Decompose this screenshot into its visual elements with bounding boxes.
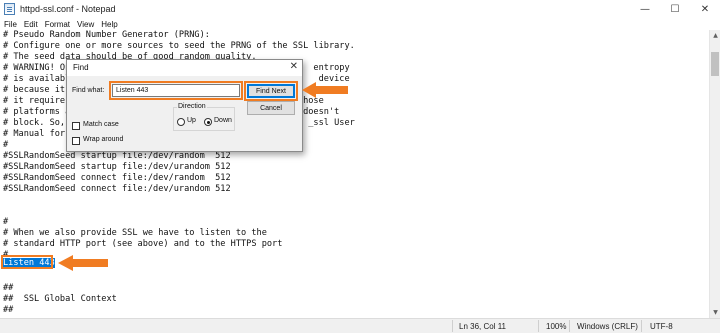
find-next-button[interactable]: Find Next xyxy=(247,84,295,98)
cursor-position: Ln 36, Col 11 xyxy=(459,322,506,331)
editor-line: ## xyxy=(3,305,14,315)
editor-line: # standard HTTP port (see above) and to … xyxy=(3,239,283,249)
direction-down-label[interactable]: Down xyxy=(214,117,232,124)
status-bar: Ln 36, Col 11 100% Windows (CRLF) UTF-8 xyxy=(0,318,720,333)
encoding: UTF-8 xyxy=(650,322,673,331)
status-divider xyxy=(538,320,539,332)
maximize-button[interactable]: ☐ xyxy=(660,0,690,18)
editor-line: #SSLRandomSeed startup file:/dev/urandom… xyxy=(3,162,231,172)
chevron-down-icon[interactable]: ▼ xyxy=(710,307,720,318)
wrap-around-label[interactable]: Wrap around xyxy=(83,136,123,143)
window-title: httpd-ssl.conf - Notepad xyxy=(20,4,116,14)
editor-line: ## xyxy=(3,283,14,293)
find-dialog-titlebar: Find ✕ xyxy=(67,60,302,76)
wrap-around-checkbox[interactable] xyxy=(72,137,80,145)
menu-bar: File Edit Format View Help xyxy=(0,18,720,30)
minimize-button[interactable]: — xyxy=(630,0,660,18)
editor-line: # Manual for m xyxy=(3,129,76,139)
editor-line: # When we also provide SSL we have to li… xyxy=(3,228,267,238)
status-divider xyxy=(569,320,570,332)
editor-line: #SSLRandomSeed connect file:/dev/random … xyxy=(3,173,231,183)
zoom-level: 100% xyxy=(546,322,567,331)
arrow-left-icon xyxy=(302,82,348,98)
menu-edit[interactable]: Edit xyxy=(24,20,38,29)
vertical-scrollbar[interactable]: ▲ ▼ xyxy=(709,30,720,318)
menu-format[interactable]: Format xyxy=(45,20,70,29)
cancel-button[interactable]: Cancel xyxy=(247,101,295,115)
match-case-label[interactable]: Match case xyxy=(83,121,119,128)
menu-view[interactable]: View xyxy=(77,20,94,29)
editor-line: # xyxy=(3,217,9,227)
close-icon[interactable]: ✕ xyxy=(290,61,298,72)
find-dialog-title: Find xyxy=(73,63,89,72)
selection-highlight-box xyxy=(1,255,53,269)
direction-up-radio[interactable] xyxy=(177,118,185,126)
scrollbar-thumb[interactable] xyxy=(711,52,719,76)
find-what-label: Find what: xyxy=(72,87,105,94)
direction-down-radio[interactable] xyxy=(204,118,212,126)
editor-line: ## SSL Global Context xyxy=(3,294,117,304)
editor-line: # Pseudo Random Number Generator (PRNG): xyxy=(3,30,210,40)
status-divider xyxy=(452,320,453,332)
notepad-icon xyxy=(4,3,15,15)
title-bar: httpd-ssl.conf - Notepad — ☐ ✕ xyxy=(0,0,720,18)
direction-label: Direction xyxy=(177,103,207,110)
menu-file[interactable]: File xyxy=(4,20,17,29)
window-controls: — ☐ ✕ xyxy=(630,0,720,18)
match-case-checkbox[interactable] xyxy=(72,122,80,130)
status-divider xyxy=(641,320,642,332)
find-what-input[interactable]: Listen 443 xyxy=(112,84,240,97)
chevron-up-icon[interactable]: ▲ xyxy=(710,30,720,41)
editor-line: #SSLRandomSeed startup file:/dev/random … xyxy=(3,151,231,161)
arrow-left-icon xyxy=(58,255,108,271)
editor-line: #SSLRandomSeed connect file:/dev/urandom… xyxy=(3,184,231,194)
editor-line: # Configure one or more sources to seed … xyxy=(3,41,355,51)
close-button[interactable]: ✕ xyxy=(690,0,720,18)
editor-line: # xyxy=(3,140,9,150)
direction-up-label[interactable]: Up xyxy=(187,117,196,124)
editor-line: # because it w xyxy=(3,85,76,95)
find-dialog: Find ✕ Find what: Listen 443 Find Next C… xyxy=(66,59,303,152)
menu-help[interactable]: Help xyxy=(101,20,117,29)
line-ending: Windows (CRLF) xyxy=(577,322,638,331)
